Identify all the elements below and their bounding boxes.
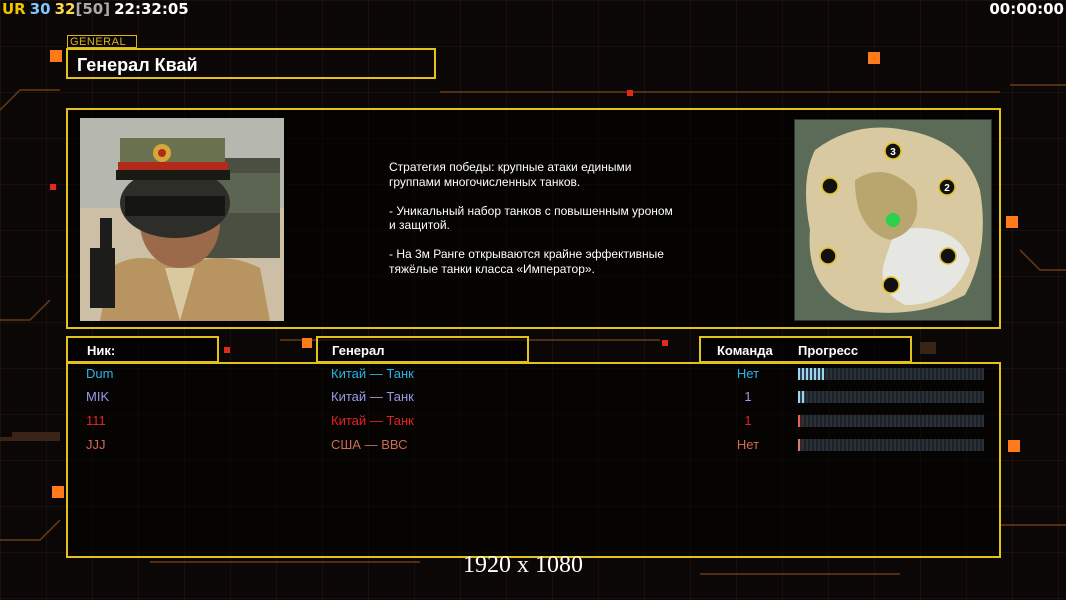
- player-progress-bar: [798, 415, 984, 427]
- player-progress-fill: [798, 439, 802, 451]
- player-general: Китай — Танк: [331, 366, 414, 381]
- resolution-label: 1920 x 1080: [463, 552, 583, 578]
- player-progress-bar: [798, 439, 984, 451]
- player-team: 1: [744, 413, 752, 428]
- player-progress-fill: [798, 368, 824, 380]
- hud-counter-1: 30: [29, 0, 51, 18]
- header-nick-box: Ник:: [66, 336, 219, 363]
- general-title-box: Генерал Квай: [66, 48, 436, 79]
- hud-ur-label: UR: [2, 0, 26, 18]
- header-progress: Прогресс: [798, 343, 859, 358]
- general-name: Генерал Квай: [77, 55, 198, 75]
- player-row[interactable]: 111 Китай — Танк 1: [0, 413, 1066, 435]
- player-row[interactable]: MIK Китай — Танк 1: [0, 389, 1066, 411]
- player-progress-fill: [798, 415, 802, 427]
- hud-timer: 00:00:00: [989, 0, 1064, 18]
- hud-counter-2: 32: [54, 0, 76, 18]
- player-general: США — ВВС: [331, 437, 408, 452]
- header-general-box: Генерал: [316, 336, 529, 363]
- map-preview[interactable]: 3 2: [794, 119, 992, 321]
- player-progress-fill: [798, 391, 805, 403]
- general-description: Стратегия победы: крупные атаки едиными …: [389, 160, 673, 276]
- header-team: Команда: [717, 343, 773, 358]
- map-slot-3: 3: [890, 147, 896, 158]
- general-tag: GENERAL: [67, 35, 137, 48]
- player-progress-bar: [798, 391, 984, 403]
- player-general: Китай — Танк: [331, 389, 414, 404]
- player-progress-bar: [798, 368, 984, 380]
- hud-counter-3: [50]: [75, 0, 111, 18]
- header-nick: Ник:: [87, 343, 116, 358]
- player-nick: JJJ: [86, 437, 106, 452]
- hud-clock: 22:32:05: [114, 0, 189, 18]
- map-slot-2: 2: [944, 183, 950, 194]
- player-row[interactable]: JJJ США — ВВС Нет: [0, 437, 1066, 459]
- header-general: Генерал: [332, 343, 385, 358]
- player-row[interactable]: Dum Китай — Танк Нет: [0, 366, 1066, 388]
- player-general: Китай — Танк: [331, 413, 414, 428]
- player-nick: Dum: [86, 366, 114, 381]
- player-nick: MIK: [86, 389, 110, 404]
- player-team: Нет: [736, 366, 760, 381]
- player-team: Нет: [736, 437, 760, 452]
- player-team: 1: [744, 389, 752, 404]
- general-portrait: [80, 118, 284, 321]
- player-nick: 111: [86, 413, 106, 428]
- hud-stats: UR 30 32 [50] 22:32:05: [2, 0, 189, 18]
- header-team-progress-box: Команда Прогресс: [699, 336, 912, 363]
